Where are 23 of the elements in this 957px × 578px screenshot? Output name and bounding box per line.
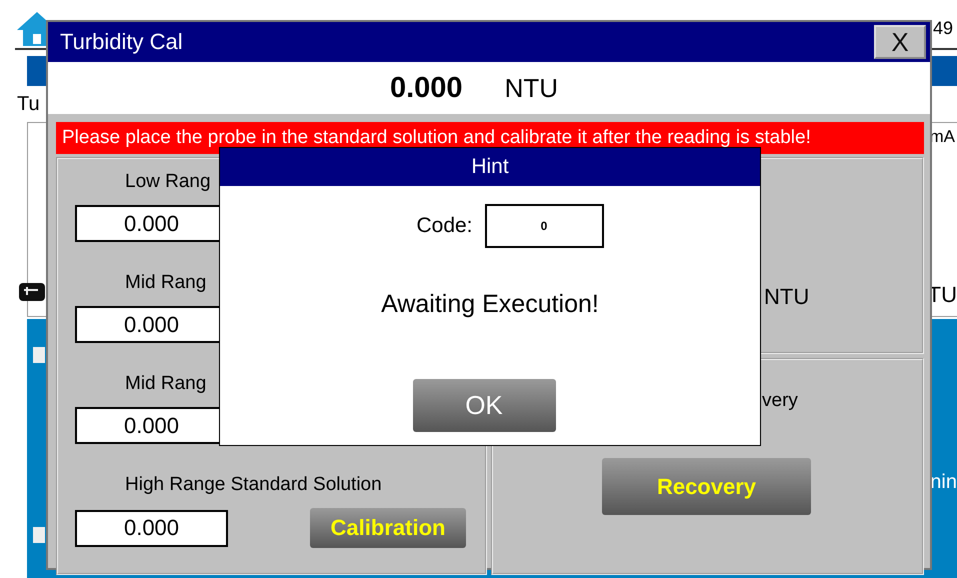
header-value: 49	[932, 18, 953, 39]
close-button[interactable]: X	[874, 25, 926, 59]
standard-label: Mid Rang	[124, 271, 208, 295]
ok-button[interactable]: OK	[412, 379, 556, 432]
dialog-title: Hint	[220, 148, 760, 186]
checkbox[interactable]	[33, 347, 45, 363]
standard-value-field[interactable]: 0.000	[75, 510, 228, 546]
recovery-button[interactable]: Recovery	[602, 458, 811, 515]
standard-label: Mid Rang	[124, 372, 208, 396]
calibration-button[interactable]: Calibration	[310, 508, 466, 548]
standard-label: Low Rang	[124, 170, 212, 194]
tab-label: Tu	[16, 92, 40, 117]
recovery-label: very	[762, 390, 799, 412]
status-message: Awaiting Execution!	[381, 290, 599, 319]
code-label: Code:	[416, 214, 473, 238]
unit-label: NTU	[504, 72, 558, 104]
checkbox[interactable]	[33, 527, 45, 543]
dialog-title: Turbidity Cal	[60, 29, 183, 55]
turbidity-reading: 0.000	[390, 72, 463, 104]
unit-label: NTU	[764, 284, 810, 309]
unit-label: nin	[930, 471, 957, 494]
standard-label: High Range Standard Solution	[124, 473, 383, 497]
code-field[interactable]: 0	[484, 204, 604, 248]
